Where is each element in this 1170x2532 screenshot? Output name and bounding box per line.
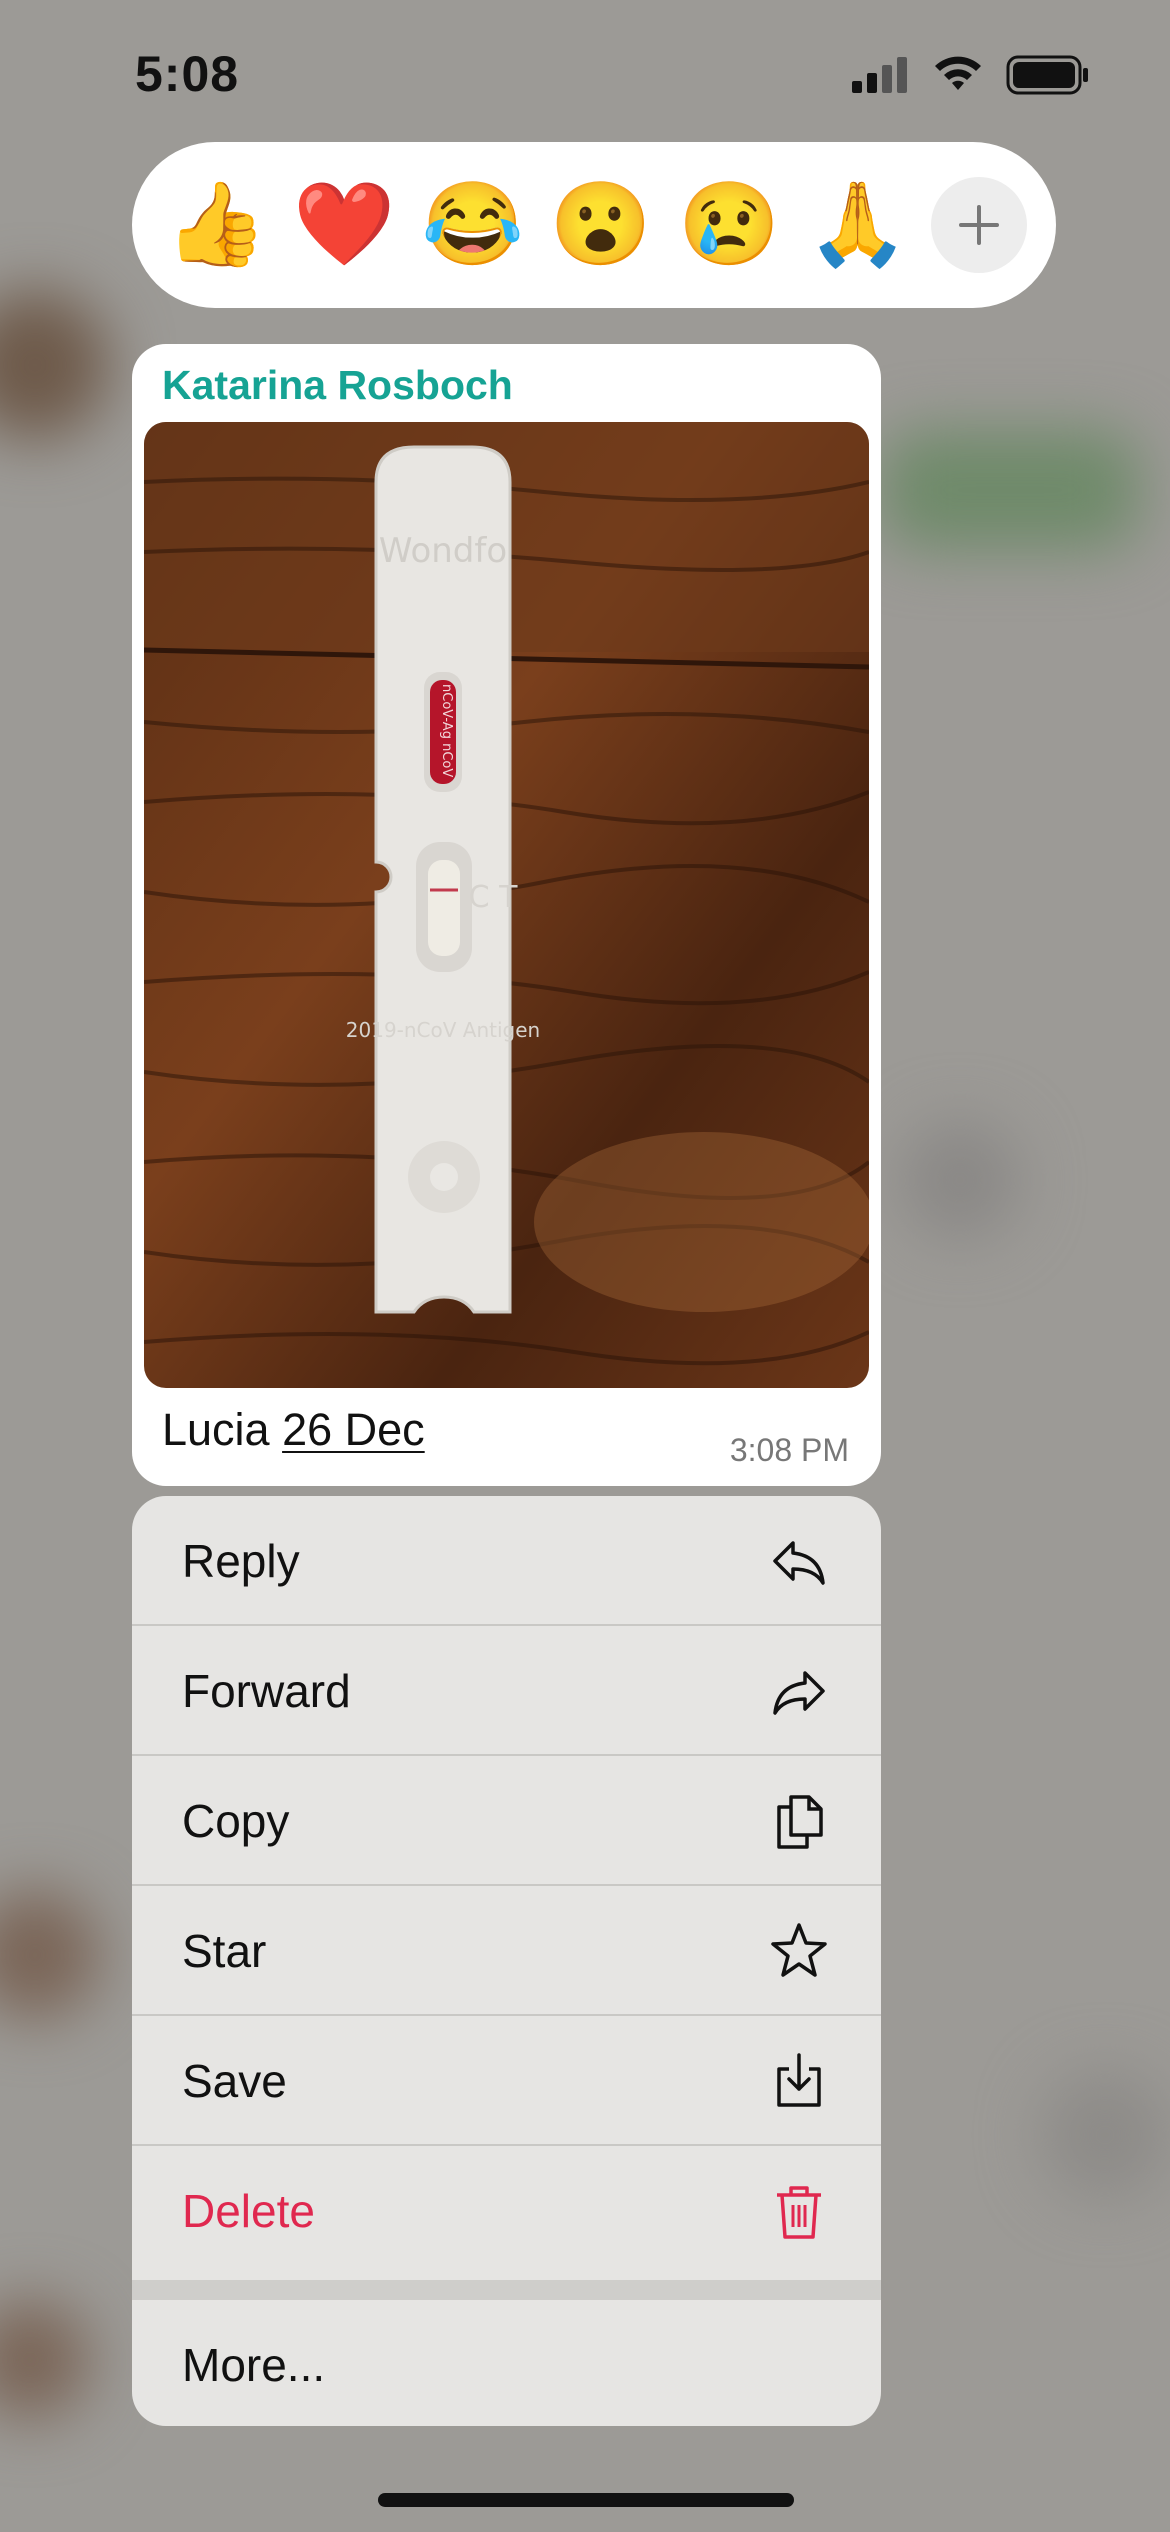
context-menu: Reply Forward Copy Star Save Delete More… (132, 1496, 881, 2426)
reaction-bar: 👍 ❤️ 😂 😮 😢 🙏 (132, 142, 1056, 308)
cellular-signal-icon (852, 57, 907, 93)
menu-item-star[interactable]: Star (132, 1886, 881, 2016)
menu-item-label: Reply (182, 1535, 300, 1587)
copy-icon (777, 1795, 823, 1849)
message-photo[interactable]: Wondfo nCoV-Ag nCoV C T 2019-nCoV Antige… (144, 422, 869, 1388)
menu-item-delete[interactable]: Delete (132, 2146, 881, 2276)
star-icon (771, 1923, 827, 1977)
menu-separator (132, 2280, 881, 2300)
reaction-thumbs-up[interactable]: 👍 (161, 184, 271, 266)
reaction-crying[interactable]: 😢 (674, 184, 784, 266)
battery-icon (1006, 55, 1088, 95)
message-caption: Lucia 26 Dec (162, 1404, 425, 1456)
menu-item-label: Delete (182, 2185, 315, 2237)
menu-item-label: Save (182, 2055, 287, 2107)
status-bar: 5:08 (0, 0, 1170, 140)
message-bubble[interactable]: Katarina Rosboch Wondfo nCoV-Ag nCoV C T… (132, 344, 881, 1486)
test-line-labels: C T (469, 880, 518, 915)
background-blur (0, 1890, 100, 2020)
background-blur (880, 430, 1140, 550)
test-brand: Wondfo (379, 531, 507, 571)
menu-item-more[interactable]: More... (132, 2300, 881, 2426)
reaction-heart[interactable]: ❤️ (289, 184, 399, 266)
caption-name: Lucia (162, 1404, 270, 1455)
reply-icon (773, 1541, 825, 1585)
reaction-folded-hands[interactable]: 🙏 (803, 184, 913, 266)
plus-icon (958, 205, 999, 245)
reaction-tears-of-joy[interactable]: 😂 (418, 184, 528, 266)
message-time: 3:08 PM (729, 1432, 849, 1468)
trash-icon (777, 2186, 821, 2239)
menu-item-reply[interactable]: Reply (132, 1496, 881, 1626)
home-indicator[interactable] (378, 2493, 794, 2507)
status-time: 5:08 (135, 46, 240, 102)
menu-item-label: Forward (182, 1665, 351, 1717)
test-product-label: 2019-nCoV Antigen (346, 1018, 540, 1042)
menu-item-copy[interactable]: Copy (132, 1756, 881, 1886)
menu-item-forward[interactable]: Forward (132, 1626, 881, 1756)
background-blur (1040, 2070, 1170, 2200)
caption-date-link[interactable]: 26 Dec (282, 1404, 425, 1455)
more-reactions-button[interactable] (930, 177, 1027, 273)
covid-test-photo: Wondfo nCoV-Ag nCoV C T 2019-nCoV Antige… (144, 422, 869, 1388)
reaction-surprised[interactable]: 😮 (546, 184, 656, 266)
menu-item-save[interactable]: Save (132, 2016, 881, 2146)
background-blur (900, 1120, 1020, 1240)
menu-item-label: More... (182, 2339, 326, 2391)
background-blur (0, 290, 110, 440)
sender-name: Katarina Rosboch (162, 362, 513, 408)
wifi-icon (935, 56, 981, 90)
menu-item-label: Copy (182, 1795, 290, 1847)
test-reagent-label: nCoV-Ag nCoV (439, 684, 454, 777)
background-blur (0, 2300, 90, 2420)
status-icons (852, 55, 1090, 95)
forward-icon (773, 1671, 825, 1715)
menu-item-label: Star (182, 1925, 267, 1977)
save-icon (777, 2053, 821, 2107)
